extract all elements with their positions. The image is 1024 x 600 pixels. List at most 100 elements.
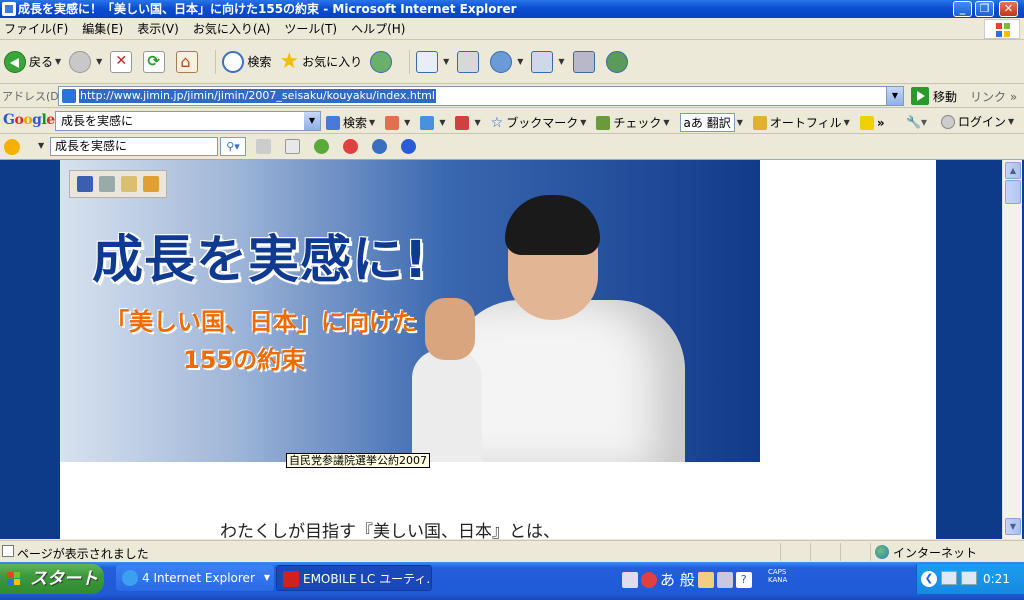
add-green-icon[interactable] xyxy=(314,139,329,154)
messenger-button[interactable]: ▼ xyxy=(490,50,523,73)
toolbar-info-icon[interactable] xyxy=(372,139,387,154)
highlight-button[interactable]: » xyxy=(859,115,885,130)
chevron-down-icon[interactable]: ▼ xyxy=(55,57,61,66)
window-icon[interactable] xyxy=(285,139,300,154)
chevron-down-icon[interactable]: ▼ xyxy=(443,57,449,66)
menu-help[interactable]: ヘルプ(H) xyxy=(351,20,405,37)
page-body: 成長を実感に! 「美しい国、日本」に向けた 155の約束 自民党参議院選挙公約2… xyxy=(60,160,936,539)
google-search-button[interactable]: 検索 ▼ xyxy=(326,114,375,131)
ime-tools-icon[interactable] xyxy=(716,571,733,588)
minimize-button[interactable]: _ xyxy=(953,1,972,17)
maximize-button[interactable]: ❐ xyxy=(975,1,994,17)
taskbar-item-internet-explorer[interactable]: 4 Internet Explorer ▼ xyxy=(116,565,274,591)
chevron-down-icon[interactable]: ▼ xyxy=(404,118,410,127)
chevron-down-icon[interactable]: ▼ xyxy=(439,118,445,127)
popup-blocker-button[interactable]: ▼ xyxy=(455,115,481,130)
add-button[interactable]: ▼ xyxy=(420,115,445,130)
chevron-down-icon[interactable]: ▼ xyxy=(517,57,523,66)
folder-icon[interactable] xyxy=(143,176,159,192)
chevron-down-icon[interactable]: ▼ xyxy=(369,118,375,127)
translate-button[interactable]: aあ 翻訳 ▼ xyxy=(679,113,743,132)
kana-label: KANA xyxy=(768,576,788,584)
go-button[interactable]: 移動 xyxy=(911,87,957,105)
ime-icon[interactable] xyxy=(641,571,657,588)
security-zone[interactable]: インターネット xyxy=(870,543,977,561)
favorites-button[interactable]: ★ お気に入り xyxy=(279,50,362,73)
ime-bar[interactable]: あ 般 ? xyxy=(622,569,752,590)
mail-button[interactable]: ▼ xyxy=(416,50,449,73)
refresh-button[interactable] xyxy=(143,50,168,73)
stop-button[interactable] xyxy=(110,50,135,73)
chevron-down-icon[interactable]: ▼ xyxy=(558,57,564,66)
ime-pad-icon[interactable] xyxy=(697,571,714,588)
menu-file[interactable]: ファイル(F) xyxy=(4,20,68,37)
display-icon[interactable] xyxy=(961,571,977,585)
menu-favorites[interactable]: お気に入り(A) xyxy=(193,20,271,37)
login-button[interactable]: ログイン xyxy=(958,113,1006,130)
chevron-down-icon[interactable]: ▼ xyxy=(663,118,669,127)
toolbar-logo-icon[interactable] xyxy=(4,139,20,155)
print-button[interactable] xyxy=(457,50,482,73)
autofill-button[interactable]: オートフィル ▼ xyxy=(752,114,850,131)
back-button[interactable]: 戻る ▼ xyxy=(4,50,61,73)
keyboard-icon[interactable] xyxy=(622,571,638,588)
google-search-input[interactable]: 成長を実感に ▼ xyxy=(55,111,321,131)
spellcheck-button[interactable]: チェック ▼ xyxy=(596,114,670,131)
ime-mode-label[interactable]: あ 般 xyxy=(660,569,695,590)
network-icon[interactable] xyxy=(941,571,957,585)
save-icon[interactable] xyxy=(77,176,93,192)
menu-edit[interactable]: 編集(E) xyxy=(82,20,123,37)
contacts-button[interactable] xyxy=(605,50,631,73)
search-button[interactable]: 検索 xyxy=(222,50,271,73)
intro-text: わたくしが目指す『美しい国、日本』とは、 xyxy=(220,522,560,539)
chevron-down-icon[interactable]: ▼ xyxy=(474,118,480,127)
go-label: 移動 xyxy=(933,89,958,104)
news-button[interactable]: ▼ xyxy=(385,115,410,130)
scroll-thumb[interactable] xyxy=(1005,180,1021,204)
secondary-search-input[interactable]: 成長を実感に xyxy=(50,137,218,156)
edit-button[interactable]: ▼ xyxy=(531,50,565,73)
help-icon[interactable]: ? xyxy=(735,571,752,588)
mail-icon[interactable] xyxy=(121,176,137,192)
google-logo[interactable]: Google xyxy=(3,112,55,128)
print-icon[interactable] xyxy=(99,176,115,192)
chevron-down-icon[interactable]: ▼ xyxy=(304,112,320,130)
history-button[interactable] xyxy=(370,50,395,73)
start-button[interactable]: スタート xyxy=(0,564,104,594)
settings-wrench-icon[interactable]: 🔧▾ xyxy=(906,115,927,129)
secondary-search-button[interactable]: ⚲▾ xyxy=(220,137,246,156)
menu-tools[interactable]: ツール(T) xyxy=(284,20,337,37)
chevron-down-icon[interactable]: ▼ xyxy=(844,118,850,127)
scroll-down-button[interactable]: ▼ xyxy=(1005,518,1021,535)
address-input[interactable]: http://www.jimin.jp/jimin/jimin/2007_sei… xyxy=(58,86,904,106)
close-button[interactable]: ✕ xyxy=(999,1,1018,17)
research-button[interactable] xyxy=(572,50,598,73)
chevron-down-icon[interactable]: ▼ xyxy=(737,118,743,127)
forward-arrow-icon xyxy=(69,50,92,73)
tray-expand-icon[interactable]: ❮ xyxy=(921,571,937,587)
home-button[interactable] xyxy=(176,50,201,73)
chevron-down-icon[interactable]: ▼ xyxy=(38,141,44,150)
chevron-down-icon[interactable]: ▼ xyxy=(580,118,586,127)
links-button[interactable]: リンク » xyxy=(970,88,1017,105)
heart-icon[interactable] xyxy=(343,139,358,154)
back-arrow-icon xyxy=(4,50,26,73)
help-icon[interactable] xyxy=(401,139,416,154)
menu-view[interactable]: 表示(V) xyxy=(137,20,179,37)
campaign-banner[interactable]: 成長を実感に! 「美しい国、日本」に向けた 155の約束 xyxy=(60,160,760,462)
chevron-down-icon[interactable]: ▼ xyxy=(1008,117,1014,126)
taskbar-item-emobile[interactable]: EMOBILE LC ユーティ... xyxy=(276,565,432,591)
home-icon xyxy=(176,50,199,73)
address-dropdown-icon[interactable]: ▼ xyxy=(886,87,903,105)
chevron-down-icon[interactable]: ▼ xyxy=(96,57,102,66)
vertical-scrollbar[interactable]: ▲ ▼ xyxy=(1002,160,1022,539)
more-chevron-icon[interactable]: » xyxy=(877,116,885,130)
highlight-icon[interactable] xyxy=(256,139,271,154)
address-url[interactable]: http://www.jimin.jp/jimin/jimin/2007_sei… xyxy=(79,89,436,103)
clock[interactable]: 0:21 xyxy=(983,572,1010,586)
bookmarks-button[interactable]: ☆ ブックマーク ▼ xyxy=(491,114,587,131)
scroll-up-button[interactable]: ▲ xyxy=(1005,162,1021,179)
window-title-bar[interactable]: 成長を実感に！「美しい国、日本」に向けた155の約束 - Microsoft I… xyxy=(0,0,1024,18)
page-icon xyxy=(62,89,76,103)
forward-button[interactable]: ▼ xyxy=(69,50,102,73)
